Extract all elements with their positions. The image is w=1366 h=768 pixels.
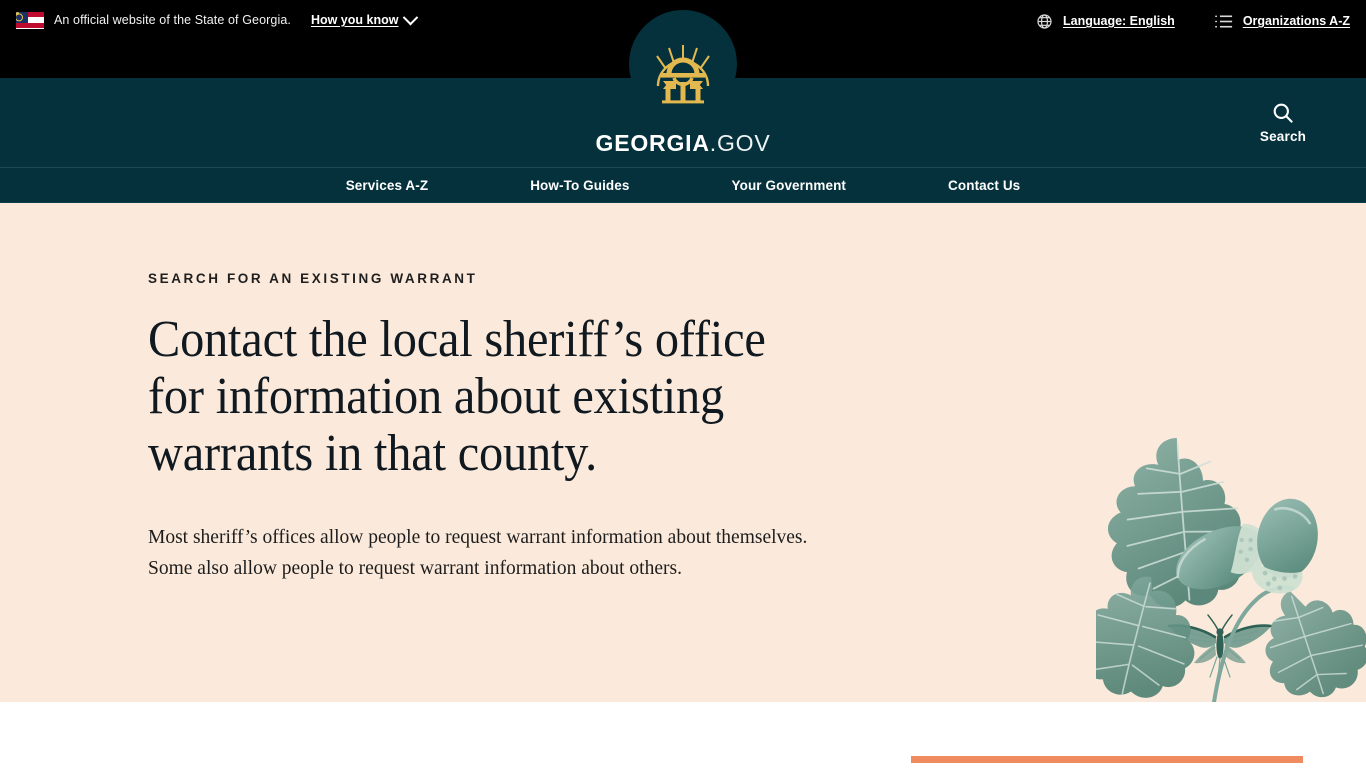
nav-item-services-a-z[interactable]: Services A-Z xyxy=(346,178,480,193)
site-header: GEORGIA.GOV Search xyxy=(0,10,1366,168)
nav-item-your-government[interactable]: Your Government xyxy=(681,178,898,193)
georgia-state-seal-icon xyxy=(629,10,737,118)
hero-section: SEARCH FOR AN EXISTING WARRANT Contact t… xyxy=(0,203,1366,702)
official-site-notice: An official website of the State of Geor… xyxy=(54,13,291,27)
hero-content: SEARCH FOR AN EXISTING WARRANT Contact t… xyxy=(148,271,848,584)
language-selector-link[interactable]: Language: English xyxy=(1036,13,1175,30)
how-you-know-label: How you know xyxy=(310,13,399,27)
language-label: Language: English xyxy=(1063,14,1175,28)
how-you-know-button[interactable]: How you know xyxy=(310,9,419,27)
georgia-state-flag-icon xyxy=(16,11,44,29)
organizations-a-z-link[interactable]: Organizations A-Z xyxy=(1214,14,1350,29)
wordmark-georgia: GEORGIA xyxy=(595,130,710,156)
below-hero-section xyxy=(0,702,1366,768)
accent-divider-bar xyxy=(911,756,1303,763)
search-label: Search xyxy=(1259,129,1307,144)
organizations-label: Organizations A-Z xyxy=(1242,14,1350,28)
wordmark-gov: .GOV xyxy=(709,130,771,156)
butterfly-illustration xyxy=(1160,611,1280,685)
nav-item-how-to-guides[interactable]: How-To Guides xyxy=(479,178,680,193)
nav-item-contact-us[interactable]: Contact Us xyxy=(897,178,1020,193)
search-icon xyxy=(1248,98,1318,128)
hero-eyebrow: SEARCH FOR AN EXISTING WARRANT xyxy=(148,271,478,286)
hero-description: Most sheriff’s offices allow people to r… xyxy=(148,527,808,579)
oak-leaves-and-acorns-illustration xyxy=(1079,402,1366,702)
primary-navigation: Services A-Z How-To Guides Your Governme… xyxy=(0,168,1366,203)
list-icon xyxy=(1214,14,1233,29)
page-title: Contact the local sheriff’s office for i… xyxy=(148,311,766,482)
site-wordmark: GEORGIA.GOV xyxy=(533,130,833,157)
chevron-down-icon xyxy=(403,9,419,25)
banner-left-group: An official website of the State of Geor… xyxy=(0,9,419,29)
search-button[interactable]: Search xyxy=(1248,98,1318,146)
globe-icon xyxy=(1036,13,1053,30)
banner-right-group: Language: English Organizations A-Z xyxy=(1036,10,1350,32)
